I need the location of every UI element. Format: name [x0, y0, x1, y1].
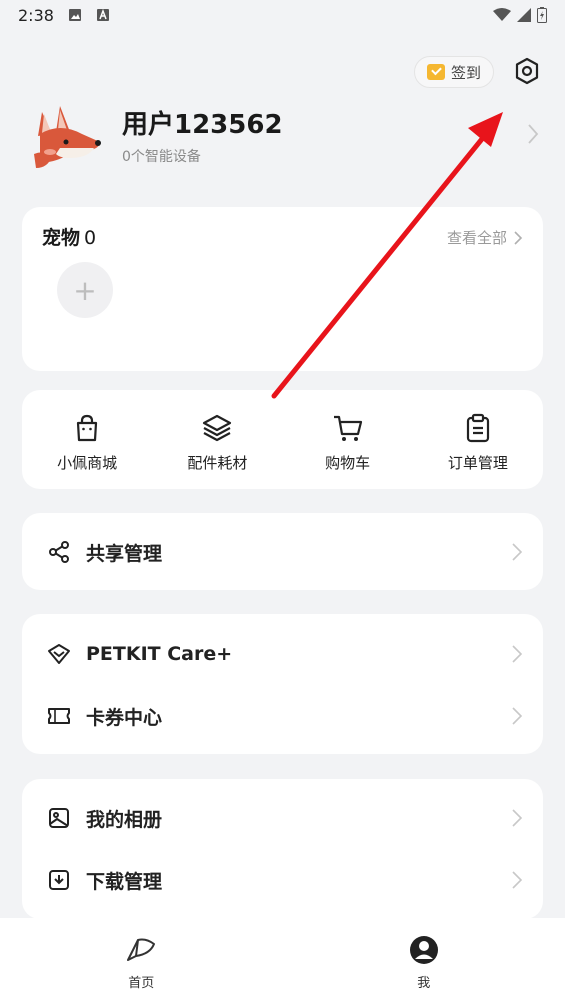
chevron-right-icon — [512, 809, 523, 827]
settings-gear-icon[interactable] — [512, 56, 542, 86]
clipboard-icon — [466, 413, 489, 443]
accessibility-notification-icon — [96, 8, 109, 21]
shop-card: 小佩商城 配件耗材 购物车 订单管理 — [22, 390, 543, 489]
chevron-right-icon — [512, 645, 523, 663]
cart-icon — [333, 415, 362, 441]
download-management-label: 下载管理 — [86, 870, 163, 893]
media-card: 我的相册 下载管理 — [22, 779, 543, 919]
coupon-center-row[interactable]: 卡券中心 — [22, 685, 543, 747]
coupon-center-label: 卡券中心 — [86, 706, 163, 729]
chevron-right-icon — [512, 707, 523, 725]
wifi-icon — [493, 8, 511, 21]
nav-me[interactable]: 我 — [283, 918, 565, 1004]
battery-charging-icon — [537, 7, 547, 23]
download-icon — [49, 870, 69, 890]
my-album-row[interactable]: 我的相册 — [22, 787, 543, 849]
pets-count: 0 — [84, 227, 97, 249]
share-card: 共享管理 — [22, 513, 543, 590]
share-icon — [49, 541, 69, 563]
petkit-care-row[interactable]: PETKIT Care+ — [22, 623, 543, 685]
device-count: 0个智能设备 — [122, 149, 201, 165]
shop-item-accessories[interactable]: 配件耗材 — [152, 390, 282, 489]
checkin-icon — [426, 64, 445, 80]
view-all-link[interactable]: 查看全部 — [447, 227, 523, 248]
layers-icon — [203, 414, 232, 442]
shop-item-label: 小佩商城 — [57, 454, 118, 472]
chevron-right-icon — [514, 230, 523, 245]
status-bar: 2:38 — [0, 0, 565, 30]
cellular-signal-icon — [517, 8, 531, 22]
ticket-icon — [48, 708, 70, 724]
shop-item-orders[interactable]: 订单管理 — [413, 390, 543, 489]
bottom-nav: 首页 我 — [0, 918, 565, 1004]
shop-item-cart[interactable]: 购物车 — [283, 390, 413, 489]
chevron-right-icon — [528, 124, 539, 144]
nav-me-label: 我 — [417, 976, 431, 991]
chevron-right-icon — [512, 871, 523, 889]
pets-title-label: 宠物 — [42, 227, 81, 249]
pets-card: 宠物 0 查看全部 + — [22, 207, 543, 371]
username: 用户123562 — [122, 110, 283, 140]
shop-item-mall[interactable]: 小佩商城 — [22, 390, 152, 489]
share-management-row[interactable]: 共享管理 — [22, 521, 543, 583]
home-logo-icon — [127, 938, 156, 961]
shop-item-label: 购物车 — [325, 454, 371, 472]
petkit-care-label: PETKIT Care+ — [86, 643, 233, 665]
shop-item-label: 配件耗材 — [187, 454, 248, 472]
photo-album-icon — [49, 808, 69, 828]
care-card: PETKIT Care+ 卡券中心 — [22, 614, 543, 754]
diamond-icon — [48, 644, 70, 664]
my-album-label: 我的相册 — [86, 808, 163, 831]
shopping-bag-icon — [77, 414, 98, 442]
user-profile-icon — [409, 936, 438, 964]
download-management-row[interactable]: 下载管理 — [22, 849, 543, 911]
view-all-label: 查看全部 — [446, 229, 507, 247]
checkin-label: 签到 — [450, 63, 481, 82]
nav-home-label: 首页 — [128, 976, 155, 991]
add-pet-button[interactable]: + — [57, 262, 113, 318]
share-management-label: 共享管理 — [86, 542, 163, 565]
status-time: 2:38 — [18, 5, 54, 25]
pets-title: 宠物 0 — [42, 223, 96, 250]
nav-home[interactable]: 首页 — [0, 918, 283, 1004]
chevron-right-icon — [512, 543, 523, 561]
checkin-button[interactable]: 签到 — [414, 56, 494, 88]
image-notification-icon — [68, 9, 81, 21]
profile-header[interactable]: 用户123562 0个智能设备 — [26, 100, 546, 180]
shop-item-label: 订单管理 — [447, 454, 508, 472]
fox-avatar — [34, 106, 101, 168]
